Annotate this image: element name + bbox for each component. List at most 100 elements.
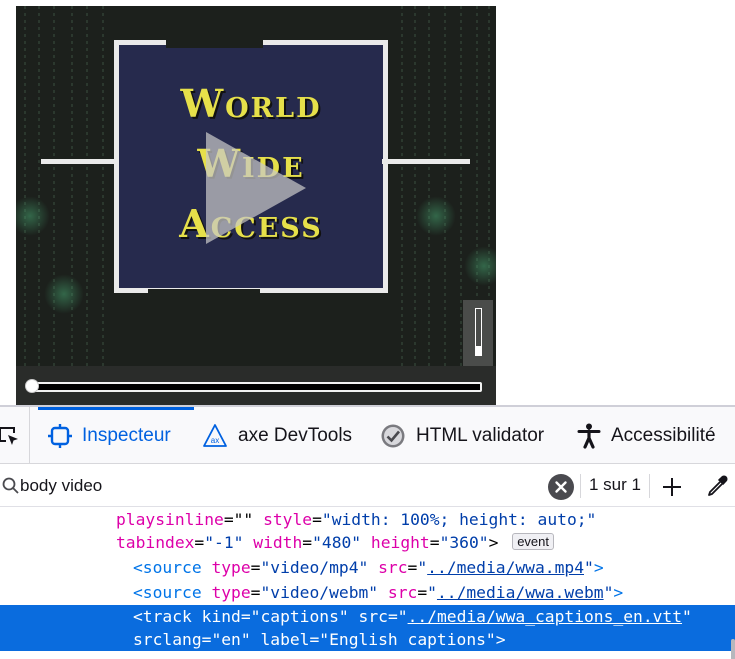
attr-name[interactable]: src	[388, 583, 417, 602]
attr-name[interactable]: srclang	[133, 630, 202, 649]
matrix-glow	[16, 196, 50, 236]
svg-text:ax: ax	[211, 436, 219, 445]
clear-search-button[interactable]	[548, 474, 574, 500]
accessibility-person-icon	[577, 423, 601, 449]
tab-accessibility[interactable]: Accessibilité	[577, 407, 716, 464]
markup-line-selected[interactable]: <track kind="captions" src="../media/wwa…	[0, 605, 735, 628]
inspector-icon	[48, 423, 72, 448]
attr-name[interactable]: type	[211, 558, 250, 577]
separator	[649, 474, 650, 498]
eyedropper-icon	[708, 475, 728, 496]
matrix-code-column	[38, 6, 40, 366]
video-player[interactable]: World Wide Access	[16, 6, 496, 405]
tag-close: >	[613, 583, 624, 602]
matrix-code-column	[102, 6, 104, 366]
attr-name[interactable]: label	[260, 630, 309, 649]
matrix-code-column	[86, 6, 88, 366]
element-picker-icon	[0, 426, 18, 445]
video-title-line: World	[180, 81, 322, 126]
tab-label: Inspecteur	[82, 424, 171, 446]
markup-line[interactable]: <source type="video/webm" src="../media/…	[0, 581, 735, 604]
attr-value[interactable]: "-1"	[204, 533, 243, 552]
matrix-code-column	[24, 6, 26, 366]
attr-value[interactable]: "width: 100%; height: auto;"	[322, 510, 596, 529]
devtools-panel: Inspecteur ax axe DevTools HTML validato…	[0, 405, 735, 659]
attr-value: "	[603, 583, 614, 602]
separator	[580, 474, 581, 498]
volume-track	[475, 308, 482, 356]
frame-bar-right	[382, 159, 470, 164]
tab-label: HTML validator	[416, 424, 545, 446]
attr-value: "	[417, 558, 428, 577]
tab-inspector[interactable]: Inspecteur	[38, 407, 194, 464]
element-picker-button[interactable]	[0, 407, 30, 464]
event-badge[interactable]: event	[512, 533, 555, 550]
attr-value[interactable]: "en"	[211, 630, 250, 649]
devtools-toolbar: Inspecteur ax axe DevTools HTML validato…	[0, 407, 735, 464]
page-content: World Wide Access	[0, 0, 735, 405]
volume-slider[interactable]	[463, 300, 493, 366]
tag-name[interactable]: <source	[133, 558, 202, 577]
match-count: 1 sur 1	[589, 475, 641, 494]
eyedropper-button[interactable]	[705, 474, 729, 498]
frame-gap	[166, 34, 263, 48]
markup-search-bar: 1 sur 1	[0, 465, 735, 507]
matrix-code-column	[460, 6, 462, 366]
attr-value: "	[682, 607, 692, 626]
attr-name[interactable]: src	[359, 607, 388, 626]
frame-bar-left	[41, 159, 119, 164]
attr-name[interactable]: tabindex	[116, 533, 194, 552]
video-controls	[16, 366, 496, 405]
attr-name[interactable]: height	[371, 533, 430, 552]
markup-line-selected[interactable]: srclang="en" label="English captions">	[0, 628, 735, 651]
attr-name[interactable]: kind	[202, 607, 241, 626]
attr-name[interactable]: type	[211, 583, 250, 602]
attr-value: "	[427, 583, 437, 602]
attr-value[interactable]: "video/mp4"	[260, 558, 368, 577]
axe-icon: ax	[202, 423, 228, 449]
source-link[interactable]: ../media/wwa.webm	[437, 583, 604, 602]
markup-line[interactable]: tabindex="-1" width="480" height="360"> …	[0, 531, 735, 554]
seek-bar[interactable]	[25, 379, 482, 393]
close-icon	[555, 481, 567, 493]
attr-value[interactable]: "English captions"	[319, 630, 495, 649]
markup-line[interactable]: playsinline="" style="width: 100%; heigh…	[0, 508, 735, 531]
attr-value: "	[397, 607, 408, 626]
search-icon	[2, 477, 19, 494]
source-link[interactable]: ../media/wwa.mp4	[427, 558, 584, 577]
add-node-button[interactable]	[660, 475, 684, 499]
scrollbar-thumb[interactable]	[731, 639, 735, 659]
attr-value[interactable]: "video/webm"	[260, 583, 378, 602]
tag-name[interactable]: <source	[133, 583, 202, 602]
tag-name[interactable]: <track	[133, 607, 192, 626]
search-input[interactable]	[20, 473, 520, 499]
seek-thumb[interactable]	[25, 379, 39, 393]
attr-name[interactable]: style	[263, 510, 312, 529]
attr-value[interactable]: "480"	[312, 533, 361, 552]
attr-value[interactable]: =""	[224, 510, 253, 529]
tag-close: >	[495, 630, 506, 649]
video-frame: World Wide Access	[16, 6, 496, 366]
matrix-code-column	[444, 6, 446, 366]
attr-name[interactable]: playsinline	[116, 510, 224, 529]
matrix-glow	[44, 274, 84, 314]
volume-level	[476, 345, 481, 355]
attr-value: "	[584, 558, 594, 577]
plus-icon	[663, 478, 681, 496]
play-icon[interactable]	[206, 132, 306, 244]
matrix-glow	[464, 246, 496, 286]
markup-line[interactable]: <source type="video/mp4" src="../media/w…	[0, 556, 735, 579]
tab-html-validator[interactable]: HTML validator	[380, 407, 544, 464]
markup-view[interactable]: playsinline="" style="width: 100%; heigh…	[0, 508, 735, 659]
attr-value[interactable]: "360"	[440, 533, 489, 552]
attr-name[interactable]: src	[378, 558, 407, 577]
matrix-code-column	[414, 6, 416, 366]
attr-value[interactable]: "captions"	[251, 607, 349, 626]
tab-axe-devtools[interactable]: ax axe DevTools	[202, 407, 352, 464]
check-badge-icon	[380, 423, 406, 449]
attr-name[interactable]: width	[253, 533, 302, 552]
source-link[interactable]: ../media/wwa_captions_en.vtt	[408, 607, 682, 626]
frame-gap	[148, 289, 260, 303]
matrix-code-column	[401, 6, 403, 366]
matrix-code-column	[428, 6, 430, 366]
